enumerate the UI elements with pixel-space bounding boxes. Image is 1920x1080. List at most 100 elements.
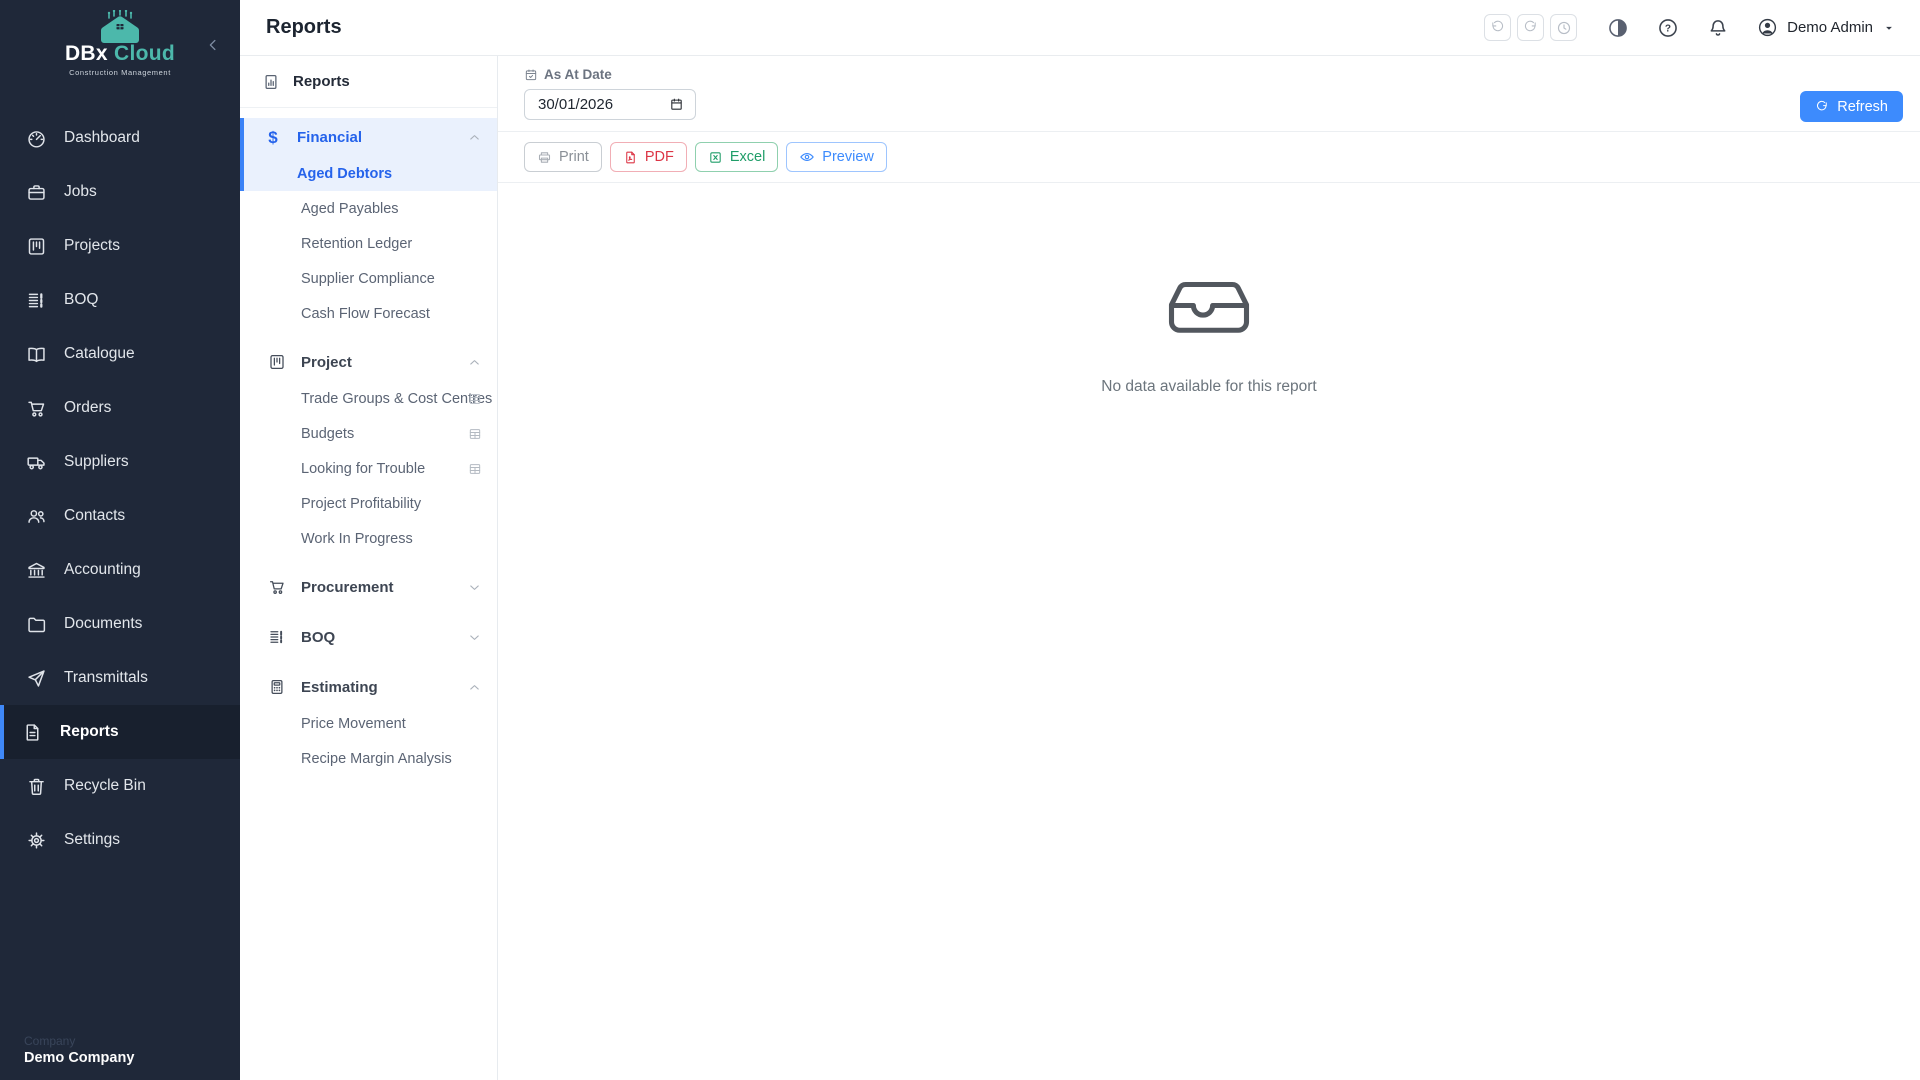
report-item-recipe-margin-analysis[interactable]: Recipe Margin Analysis [240,741,497,776]
preview-button[interactable]: Preview [786,142,887,172]
sidebar-nav: Dashboard Jobs Projects BOQ Catalogue Or… [0,111,240,867]
sidebar: DBx Cloud Construction Management Dashbo… [0,0,240,1080]
undo-icon [1490,20,1505,35]
sidebar-item-documents[interactable]: Documents [0,597,240,651]
excel-button[interactable]: Excel [695,142,778,172]
report-section-procurement-header[interactable]: Procurement [240,568,497,606]
history-button[interactable] [1550,14,1577,41]
truck-icon [26,452,47,473]
report-section-boq-header[interactable]: BOQ [240,618,497,656]
sidebar-item-jobs[interactable]: Jobs [0,165,240,219]
sidebar-item-label: Documents [64,615,142,633]
report-item-supplier-compliance[interactable]: Supplier Compliance [240,261,497,296]
sidebar-item-accounting[interactable]: Accounting [0,543,240,597]
sidebar-item-label: Projects [64,237,120,255]
logo-area: DBx Cloud Construction Management [0,0,240,92]
chevron-down-icon [467,580,482,595]
cart-icon [26,398,47,419]
sidebar-item-label: Jobs [64,183,97,201]
section-label: BOQ [301,629,335,646]
help-button[interactable]: ? [1657,17,1679,39]
report-item-aged-debtors[interactable]: Aged Debtors [240,156,497,191]
send-icon [26,668,47,689]
trash-icon [26,776,47,797]
briefcase-icon [26,182,47,203]
reports-nav-root[interactable]: Reports [240,56,497,108]
avatar [1757,17,1778,38]
sidebar-item-orders[interactable]: Orders [0,381,240,435]
caret-down-icon [1882,21,1896,35]
sidebar-collapse-button[interactable] [204,36,222,54]
as-at-date-input[interactable]: 30/01/2026 [524,89,696,120]
refresh-button[interactable]: Refresh [1800,91,1903,122]
company-footer: Company Demo Company [24,1034,134,1066]
person-circle-icon [1757,17,1778,38]
sidebar-item-label: Transmittals [64,669,148,687]
report-item-aged-payables[interactable]: Aged Payables [240,191,497,226]
history-icon [1556,20,1572,36]
report-item-price-movement[interactable]: Price Movement [240,706,497,741]
speedometer-icon [26,128,47,149]
sidebar-item-dashboard[interactable]: Dashboard [0,111,240,165]
print-button[interactable]: Print [524,142,602,172]
user-menu[interactable]: Demo Admin [1757,17,1896,38]
reports-nav-tree: $ Financial Aged Debtors Aged Payables R… [240,108,497,776]
report-item-project-profitability[interactable]: Project Profitability [240,486,497,521]
sidebar-item-catalogue[interactable]: Catalogue [0,327,240,381]
sidebar-item-settings[interactable]: Settings [0,813,240,867]
pdf-button[interactable]: PDF [610,142,687,172]
report-item-looking-for-trouble[interactable]: Looking for Trouble [240,451,497,486]
list-columns-icon [26,290,47,311]
file-excel-icon [708,150,723,165]
undo-button[interactable] [1484,14,1511,41]
report-section-boq: BOQ [240,618,497,656]
book-icon [26,344,47,365]
redo-icon [1523,20,1538,35]
report-section-financial-header[interactable]: $ Financial [240,118,497,156]
sidebar-item-label: Recycle Bin [64,777,146,795]
calendar-icon [669,97,684,112]
theme-contrast-toggle[interactable] [1607,17,1629,39]
sidebar-item-transmittals[interactable]: Transmittals [0,651,240,705]
report-item-budgets[interactable]: Budgets [240,416,497,451]
report-section-procurement: Procurement [240,568,497,606]
house-logo-icon [91,10,149,44]
filter-bar: As At Date 30/01/2026 Refresh [498,56,1920,132]
sidebar-item-projects[interactable]: Projects [0,219,240,273]
report-section-project-header[interactable]: Project [240,343,497,381]
chevron-left-icon [204,36,222,54]
calculator-icon [268,678,286,696]
notifications-button[interactable] [1707,17,1729,39]
list-columns-icon [268,628,286,646]
sidebar-item-reports[interactable]: Reports [0,705,240,759]
report-item-retention-ledger[interactable]: Retention Ledger [240,226,497,261]
page-title: Reports [266,16,342,39]
refresh-icon [1815,100,1829,114]
as-at-date-label: As At Date [524,67,696,82]
report-item-trade-groups-cost-centres[interactable]: Trade Groups & Cost Centres [240,381,497,416]
redo-button[interactable] [1517,14,1544,41]
company-name: Demo Company [24,1050,134,1066]
sidebar-item-recycle-bin[interactable]: Recycle Bin [0,759,240,813]
calendar-check-icon [524,68,538,82]
report-section-estimating-header[interactable]: Estimating [240,668,497,706]
section-label: Project [301,354,352,371]
sidebar-item-boq[interactable]: BOQ [0,273,240,327]
reports-nav-root-label: Reports [293,73,350,90]
report-item-work-in-progress[interactable]: Work In Progress [240,521,497,556]
folder-icon [26,614,47,635]
eye-icon [799,149,815,165]
table-icon [468,392,482,406]
sidebar-item-contacts[interactable]: Contacts [0,489,240,543]
sidebar-item-label: Suppliers [64,453,129,471]
sidebar-item-label: Catalogue [64,345,135,363]
sidebar-item-suppliers[interactable]: Suppliers [0,435,240,489]
contrast-icon [1607,17,1629,39]
sidebar-item-label: Contacts [64,507,125,525]
report-item-cash-flow-forecast[interactable]: Cash Flow Forecast [240,296,497,331]
cart-icon [268,578,286,596]
kanban-icon [26,236,47,257]
topbar-actions: ? Demo Admin [1484,14,1896,41]
app-logo[interactable]: DBx Cloud Construction Management [30,10,210,77]
brand-name: DBx Cloud [30,42,210,66]
